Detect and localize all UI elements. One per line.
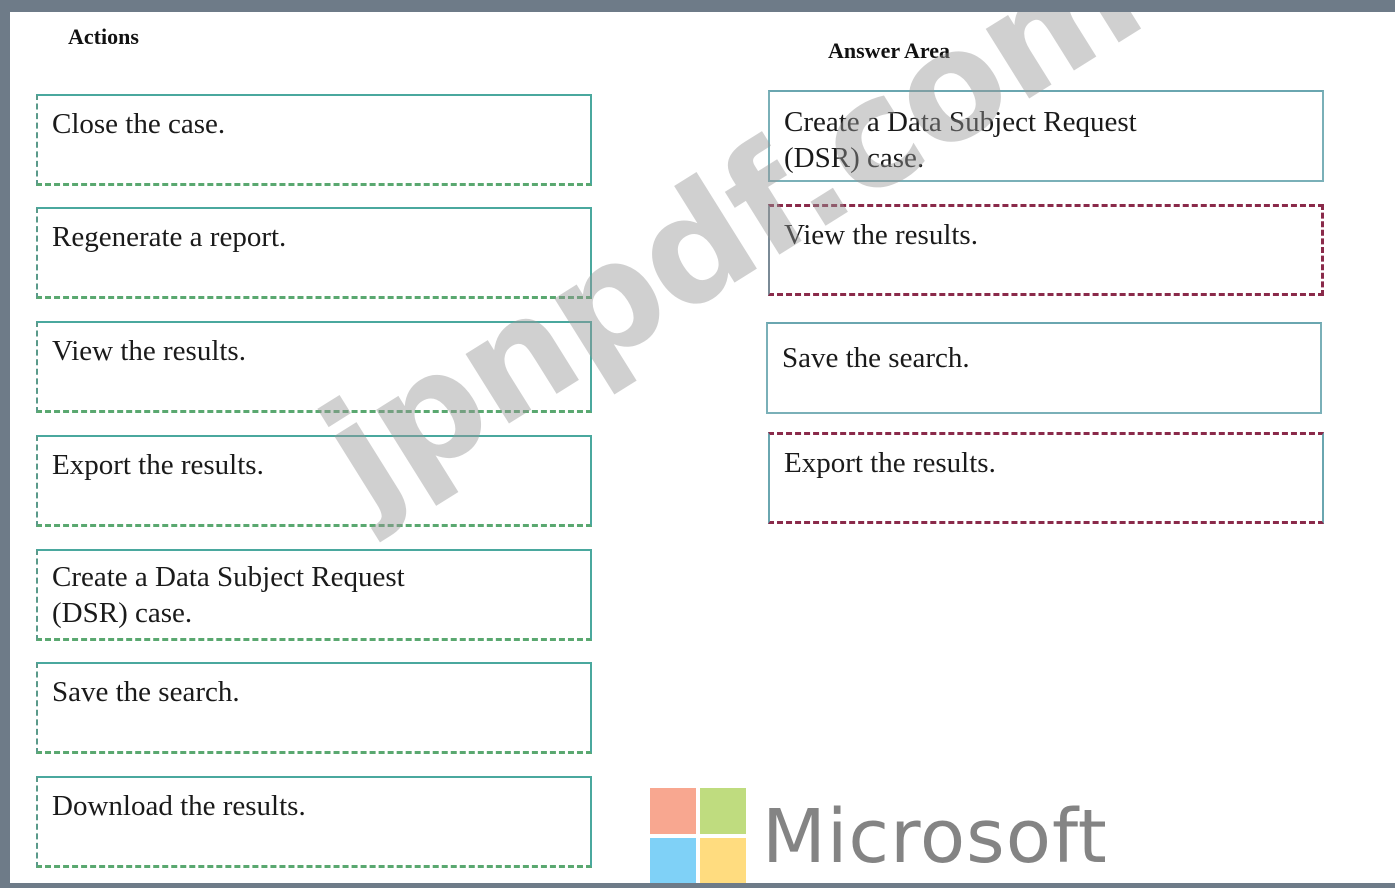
- action-label: Close the case.: [52, 108, 226, 140]
- answer-slot-1[interactable]: Create a Data Subject Request (DSR) case…: [768, 90, 1324, 182]
- answer-label: Save the search.: [782, 342, 970, 374]
- action-label: Download the results.: [52, 790, 306, 822]
- action-item-save-search[interactable]: Save the search.: [36, 662, 592, 754]
- answer-slot-4[interactable]: Export the results.: [768, 432, 1324, 524]
- answer-label: Create a Data Subject Request (DSR) case…: [784, 106, 1137, 174]
- answer-label: Export the results.: [784, 447, 996, 479]
- answer-label: View the results.: [784, 219, 978, 251]
- drag-drop-panel: Actions Answer Area Close the case. Rege…: [10, 12, 1395, 883]
- action-label: Regenerate a report.: [52, 221, 287, 253]
- logo-square-green: [700, 788, 746, 834]
- action-item-download-results[interactable]: Download the results.: [36, 776, 592, 868]
- action-label: Save the search.: [52, 676, 240, 708]
- action-item-close-case[interactable]: Close the case.: [36, 94, 592, 186]
- action-item-create-dsr-case[interactable]: Create a Data Subject Request (DSR) case…: [36, 549, 592, 641]
- logo-square-blue: [650, 838, 696, 883]
- action-item-view-results[interactable]: View the results.: [36, 321, 592, 413]
- answer-slot-3[interactable]: Save the search.: [766, 322, 1322, 414]
- microsoft-logo-icon: [650, 788, 750, 883]
- action-label: Create a Data Subject Request (DSR) case…: [52, 561, 405, 629]
- microsoft-wordmark: Microsoft: [762, 794, 1108, 880]
- answer-slot-2[interactable]: View the results.: [768, 204, 1324, 296]
- action-label: View the results.: [52, 335, 246, 367]
- logo-square-red: [650, 788, 696, 834]
- actions-heading: Actions: [68, 24, 139, 49]
- action-label: Export the results.: [52, 449, 264, 481]
- action-item-regenerate-report[interactable]: Regenerate a report.: [36, 207, 592, 299]
- action-item-export-results[interactable]: Export the results.: [36, 435, 592, 527]
- answer-area-heading: Answer Area: [828, 38, 951, 63]
- logo-square-yellow: [700, 838, 746, 883]
